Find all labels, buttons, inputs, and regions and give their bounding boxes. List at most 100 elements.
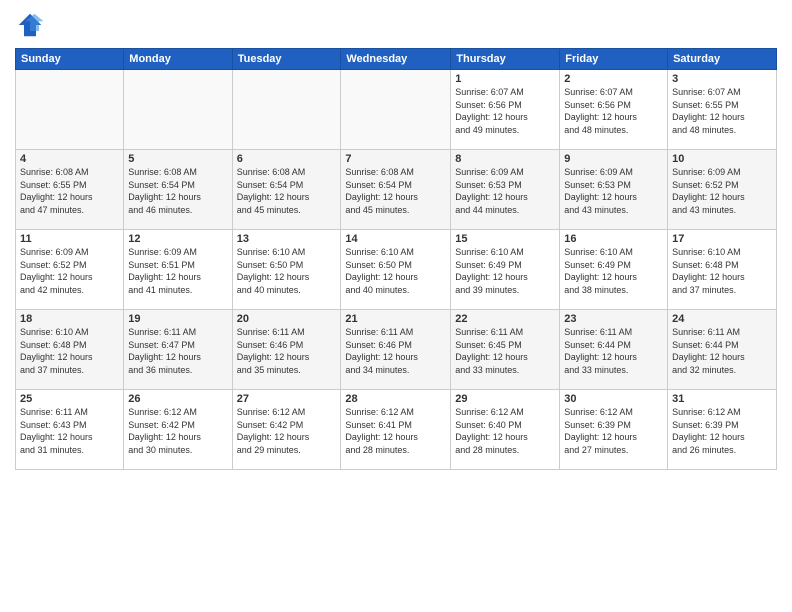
day-info: Sunrise: 6:10 AMSunset: 6:50 PMDaylight:…: [345, 247, 418, 295]
day-info: Sunrise: 6:11 AMSunset: 6:47 PMDaylight:…: [128, 327, 201, 375]
day-number: 27: [237, 393, 337, 405]
day-number: 19: [128, 313, 227, 325]
day-number: 4: [20, 153, 119, 165]
day-cell: 4 Sunrise: 6:08 AMSunset: 6:55 PMDaylight…: [16, 150, 124, 230]
day-info: Sunrise: 6:08 AMSunset: 6:54 PMDaylight:…: [237, 167, 310, 215]
week-row-4: 18 Sunrise: 6:10 AMSunset: 6:48 PMDayligh…: [16, 310, 777, 390]
calendar-table: SundayMondayTuesdayWednesdayThursdayFrid…: [15, 48, 777, 470]
day-info: Sunrise: 6:08 AMSunset: 6:54 PMDaylight:…: [345, 167, 418, 215]
day-cell: 8 Sunrise: 6:09 AMSunset: 6:53 PMDaylight…: [451, 150, 560, 230]
day-info: Sunrise: 6:07 AMSunset: 6:56 PMDaylight:…: [564, 87, 637, 135]
day-header-saturday: Saturday: [668, 49, 777, 70]
day-info: Sunrise: 6:12 AMSunset: 6:42 PMDaylight:…: [128, 407, 201, 455]
day-info: Sunrise: 6:10 AMSunset: 6:49 PMDaylight:…: [564, 247, 637, 295]
day-info: Sunrise: 6:12 AMSunset: 6:39 PMDaylight:…: [672, 407, 745, 455]
day-cell: 15 Sunrise: 6:10 AMSunset: 6:49 PMDayligh…: [451, 230, 560, 310]
day-cell: 14 Sunrise: 6:10 AMSunset: 6:50 PMDayligh…: [341, 230, 451, 310]
week-row-2: 4 Sunrise: 6:08 AMSunset: 6:55 PMDaylight…: [16, 150, 777, 230]
day-info: Sunrise: 6:11 AMSunset: 6:45 PMDaylight:…: [455, 327, 528, 375]
day-cell: 17Sunrise: 6:10 AMSunset: 6:48 PMDayligh…: [668, 230, 777, 310]
day-cell: [232, 70, 341, 150]
day-cell: 23 Sunrise: 6:11 AMSunset: 6:44 PMDayligh…: [560, 310, 668, 390]
day-cell: 27 Sunrise: 6:12 AMSunset: 6:42 PMDayligh…: [232, 390, 341, 470]
day-cell: 31 Sunrise: 6:12 AMSunset: 6:39 PMDayligh…: [668, 390, 777, 470]
week-row-5: 25Sunrise: 6:11 AMSunset: 6:43 PMDayligh…: [16, 390, 777, 470]
day-cell: 19 Sunrise: 6:11 AMSunset: 6:47 PMDayligh…: [124, 310, 232, 390]
day-number: 25: [20, 393, 119, 405]
day-header-thursday: Thursday: [451, 49, 560, 70]
day-number: 13: [237, 233, 337, 245]
day-cell: 11Sunrise: 6:09 AMSunset: 6:52 PMDayligh…: [16, 230, 124, 310]
day-number: 21: [345, 313, 446, 325]
day-number: 2: [564, 73, 663, 85]
day-cell: 1 Sunrise: 6:07 AMSunset: 6:56 PMDaylight…: [451, 70, 560, 150]
day-info: Sunrise: 6:11 AMSunset: 6:44 PMDaylight:…: [672, 327, 745, 375]
day-cell: 13 Sunrise: 6:10 AMSunset: 6:50 PMDayligh…: [232, 230, 341, 310]
day-number: 20: [237, 313, 337, 325]
day-cell: [16, 70, 124, 150]
day-cell: 16 Sunrise: 6:10 AMSunset: 6:49 PMDayligh…: [560, 230, 668, 310]
day-header-wednesday: Wednesday: [341, 49, 451, 70]
day-number: 23: [564, 313, 663, 325]
day-number: 11: [20, 233, 119, 245]
day-info: Sunrise: 6:10 AMSunset: 6:49 PMDaylight:…: [455, 247, 528, 295]
day-cell: 5 Sunrise: 6:08 AMSunset: 6:54 PMDaylight…: [124, 150, 232, 230]
day-cell: 21 Sunrise: 6:11 AMSunset: 6:46 PMDayligh…: [341, 310, 451, 390]
day-number: 22: [455, 313, 555, 325]
logo-icon: [15, 10, 45, 40]
day-cell: 9 Sunrise: 6:09 AMSunset: 6:53 PMDaylight…: [560, 150, 668, 230]
day-header-sunday: Sunday: [16, 49, 124, 70]
day-number: 29: [455, 393, 555, 405]
day-cell: 12Sunrise: 6:09 AMSunset: 6:51 PMDayligh…: [124, 230, 232, 310]
day-info: Sunrise: 6:12 AMSunset: 6:39 PMDaylight:…: [564, 407, 637, 455]
day-cell: 29 Sunrise: 6:12 AMSunset: 6:40 PMDayligh…: [451, 390, 560, 470]
day-number: 12: [128, 233, 227, 245]
day-number: 7: [345, 153, 446, 165]
day-header-tuesday: Tuesday: [232, 49, 341, 70]
day-info: Sunrise: 6:12 AMSunset: 6:42 PMDaylight:…: [237, 407, 310, 455]
calendar-container: SundayMondayTuesdayWednesdayThursdayFrid…: [0, 0, 792, 612]
day-number: 14: [345, 233, 446, 245]
day-number: 8: [455, 153, 555, 165]
header: [15, 10, 777, 40]
day-cell: 30 Sunrise: 6:12 AMSunset: 6:39 PMDayligh…: [560, 390, 668, 470]
day-info: Sunrise: 6:07 AMSunset: 6:56 PMDaylight:…: [455, 87, 528, 135]
day-info: Sunrise: 6:10 AMSunset: 6:50 PMDaylight:…: [237, 247, 310, 295]
day-number: 5: [128, 153, 227, 165]
week-row-1: 1 Sunrise: 6:07 AMSunset: 6:56 PMDaylight…: [16, 70, 777, 150]
day-number: 18: [20, 313, 119, 325]
day-number: 3: [672, 73, 772, 85]
day-number: 9: [564, 153, 663, 165]
day-info: Sunrise: 6:09 AMSunset: 6:53 PMDaylight:…: [564, 167, 637, 215]
day-cell: 6 Sunrise: 6:08 AMSunset: 6:54 PMDaylight…: [232, 150, 341, 230]
day-number: 16: [564, 233, 663, 245]
day-info: Sunrise: 6:11 AMSunset: 6:46 PMDaylight:…: [237, 327, 310, 375]
day-cell: 25Sunrise: 6:11 AMSunset: 6:43 PMDayligh…: [16, 390, 124, 470]
day-info: Sunrise: 6:12 AMSunset: 6:40 PMDaylight:…: [455, 407, 528, 455]
day-cell: [341, 70, 451, 150]
day-cell: 22 Sunrise: 6:11 AMSunset: 6:45 PMDayligh…: [451, 310, 560, 390]
day-cell: 20 Sunrise: 6:11 AMSunset: 6:46 PMDayligh…: [232, 310, 341, 390]
day-info: Sunrise: 6:09 AMSunset: 6:53 PMDaylight:…: [455, 167, 528, 215]
day-info: Sunrise: 6:08 AMSunset: 6:54 PMDaylight:…: [128, 167, 201, 215]
day-cell: 26 Sunrise: 6:12 AMSunset: 6:42 PMDayligh…: [124, 390, 232, 470]
day-number: 28: [345, 393, 446, 405]
day-info: Sunrise: 6:08 AMSunset: 6:55 PMDaylight:…: [20, 167, 93, 215]
day-cell: 24Sunrise: 6:11 AMSunset: 6:44 PMDayligh…: [668, 310, 777, 390]
day-number: 1: [455, 73, 555, 85]
days-header-row: SundayMondayTuesdayWednesdayThursdayFrid…: [16, 49, 777, 70]
day-number: 26: [128, 393, 227, 405]
day-number: 31: [672, 393, 772, 405]
day-info: Sunrise: 6:07 AMSunset: 6:55 PMDaylight:…: [672, 87, 745, 135]
day-info: Sunrise: 6:11 AMSunset: 6:46 PMDaylight:…: [345, 327, 418, 375]
day-number: 15: [455, 233, 555, 245]
week-row-3: 11Sunrise: 6:09 AMSunset: 6:52 PMDayligh…: [16, 230, 777, 310]
day-cell: 10Sunrise: 6:09 AMSunset: 6:52 PMDayligh…: [668, 150, 777, 230]
day-number: 30: [564, 393, 663, 405]
day-header-friday: Friday: [560, 49, 668, 70]
day-cell: 28Sunrise: 6:12 AMSunset: 6:41 PMDayligh…: [341, 390, 451, 470]
day-number: 6: [237, 153, 337, 165]
day-number: 17: [672, 233, 772, 245]
day-info: Sunrise: 6:11 AMSunset: 6:44 PMDaylight:…: [564, 327, 637, 375]
day-info: Sunrise: 6:10 AMSunset: 6:48 PMDaylight:…: [20, 327, 93, 375]
